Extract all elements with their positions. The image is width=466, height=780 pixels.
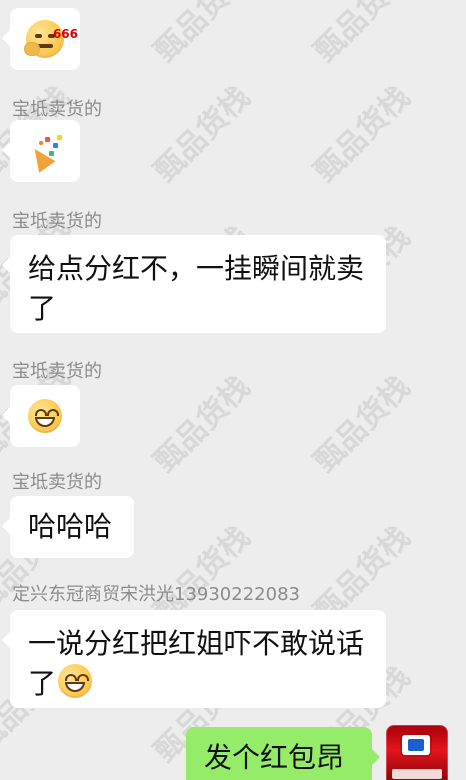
message-bubble[interactable]: 发个红包昂 <box>186 727 380 780</box>
message-bubble[interactable] <box>2 385 80 447</box>
popper-cone <box>26 143 56 173</box>
watermark: 甄品货栈 <box>147 79 258 190</box>
party-popper-icon <box>25 131 65 173</box>
emoji-eye <box>47 409 59 416</box>
sender-name: 定兴东冠商贸宋洪光13930222083 <box>12 584 300 605</box>
confetti <box>45 137 50 142</box>
message-text: 发个红包昂 <box>204 741 345 774</box>
confetti <box>49 151 54 156</box>
sender-name: 宝坻卖货的 <box>12 211 102 232</box>
grin-emoji-icon <box>58 664 93 698</box>
message-bubble[interactable] <box>2 120 80 182</box>
message-text: 一说分红把红姐吓不敢说话了 <box>28 624 372 704</box>
message-text: 给点分红不，一挂瞬间就卖了 <box>28 252 365 325</box>
emoji-face <box>58 664 93 698</box>
smirk-666-emoji-icon: 666 <box>24 20 78 58</box>
confetti <box>39 141 43 145</box>
message-bubble[interactable]: 666 <box>2 8 80 70</box>
emoji-mouth <box>35 417 55 427</box>
message-bubble[interactable]: 给点分红不，一挂瞬间就卖了 <box>2 235 386 333</box>
grin-emoji-icon <box>28 399 62 433</box>
message-bubble[interactable]: 哈哈哈 <box>2 496 134 558</box>
watermark: 甄品货栈 <box>307 79 418 190</box>
sender-name: 宝坻卖货的 <box>12 361 102 382</box>
emoji-eye <box>35 409 47 416</box>
chat-window: 甄品货栈 甄品货栈 甄品货栈 甄品货栈 甄品货栈 甄品货栈 甄品货栈 甄品货栈 … <box>0 0 466 780</box>
emoji-mouth <box>65 682 86 692</box>
logo-band <box>392 769 442 779</box>
message-text: 哈哈哈 <box>28 510 113 543</box>
logo-icon <box>402 735 430 755</box>
emoji-eye <box>35 34 42 38</box>
emoji-eye <box>65 674 78 681</box>
message-bubble[interactable]: 一说分红把红姐吓不敢说话了 <box>2 610 386 708</box>
avatar[interactable] <box>386 725 448 780</box>
emoji-eye <box>77 674 90 681</box>
watermark: 甄品货栈 <box>147 0 258 70</box>
watermark: 甄品货栈 <box>147 369 258 480</box>
watermark: 甄品货栈 <box>307 369 418 480</box>
confetti <box>53 143 58 148</box>
sender-name: 宝坻卖货的 <box>12 99 102 120</box>
watermark: 甄品货栈 <box>307 0 418 70</box>
sender-name: 宝坻卖货的 <box>12 472 102 493</box>
emoji-hand <box>24 42 40 56</box>
confetti <box>57 135 62 140</box>
emoji-badge: 666 <box>52 27 78 41</box>
